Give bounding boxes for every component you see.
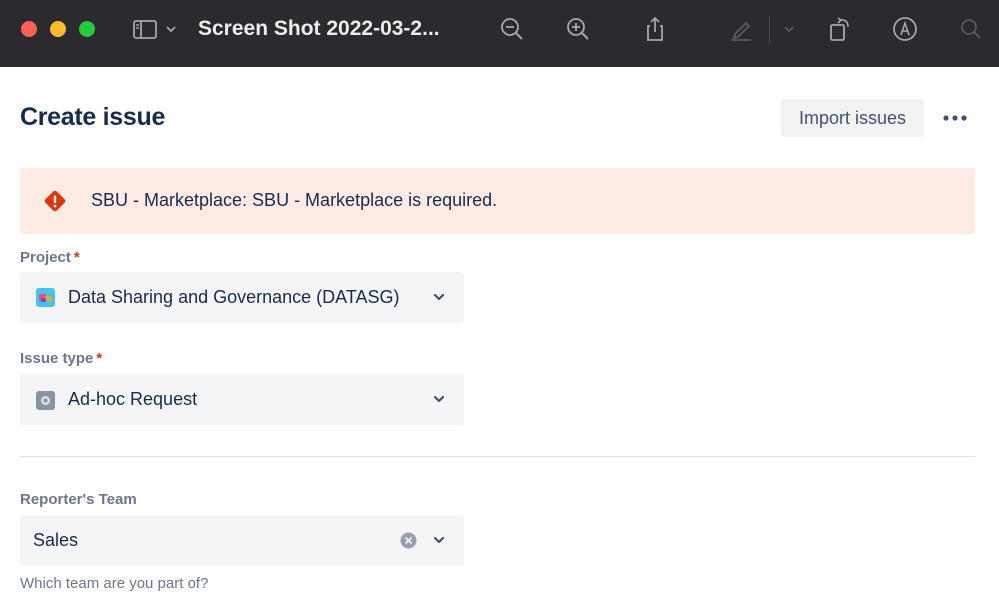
project-label-text: Project bbox=[20, 249, 71, 266]
chevron-down-icon[interactable] bbox=[432, 290, 446, 304]
page-title: Create issue bbox=[20, 103, 166, 131]
zoom-out-icon[interactable] bbox=[498, 15, 526, 43]
window-title-bar: Screen Shot 2022-03-2... bbox=[0, 0, 999, 67]
zoom-window-button[interactable] bbox=[79, 21, 95, 37]
minimize-window-button[interactable] bbox=[50, 21, 66, 37]
project-select[interactable]: Data Sharing and Governance (DATASG) bbox=[20, 272, 464, 323]
annotate-icon[interactable] bbox=[891, 15, 919, 43]
close-window-button[interactable] bbox=[21, 21, 37, 37]
window-title: Screen Shot 2022-03-2... bbox=[198, 17, 440, 40]
chevron-down-icon[interactable] bbox=[162, 15, 180, 43]
search-icon[interactable] bbox=[957, 15, 985, 43]
markup-icon[interactable] bbox=[727, 15, 755, 43]
toolbar-separator bbox=[769, 16, 770, 44]
project-avatar-icon bbox=[36, 288, 55, 307]
error-banner: SBU - Marketplace: SBU - Marketplace is … bbox=[20, 168, 975, 234]
zoom-in-icon[interactable] bbox=[564, 15, 592, 43]
chevron-down-icon[interactable] bbox=[432, 533, 446, 547]
error-message: SBU - Marketplace: SBU - Marketplace is … bbox=[91, 190, 498, 210]
clear-icon[interactable] bbox=[400, 532, 417, 549]
reporters-team-helper-text: Which team are you part of? bbox=[20, 575, 209, 592]
section-divider bbox=[20, 456, 975, 457]
required-indicator: * bbox=[73, 249, 80, 266]
chevron-down-icon[interactable] bbox=[780, 15, 798, 43]
issue-type-select[interactable]: Ad-hoc Request bbox=[20, 374, 464, 425]
chevron-down-icon[interactable] bbox=[432, 392, 446, 406]
rotate-icon[interactable] bbox=[826, 15, 854, 43]
project-value: Data Sharing and Governance (DATASG) bbox=[68, 287, 400, 307]
issue-type-label: Issue type * bbox=[20, 350, 102, 367]
error-icon bbox=[44, 190, 66, 212]
reporters-team-select[interactable]: Sales bbox=[20, 515, 464, 566]
more-options-icon[interactable] bbox=[938, 106, 972, 130]
sidebar-icon[interactable] bbox=[131, 15, 159, 43]
share-icon[interactable] bbox=[641, 15, 669, 43]
issue-type-value: Ad-hoc Request bbox=[68, 389, 198, 409]
project-label: Project * bbox=[20, 249, 80, 266]
import-issues-button[interactable]: Import issues bbox=[781, 99, 924, 137]
issue-type-icon bbox=[36, 391, 55, 410]
issue-type-label-text: Issue type bbox=[20, 350, 94, 367]
required-indicator: * bbox=[96, 350, 103, 367]
reporters-team-value: Sales bbox=[33, 530, 79, 550]
reporters-team-label: Reporter's Team bbox=[20, 491, 137, 508]
